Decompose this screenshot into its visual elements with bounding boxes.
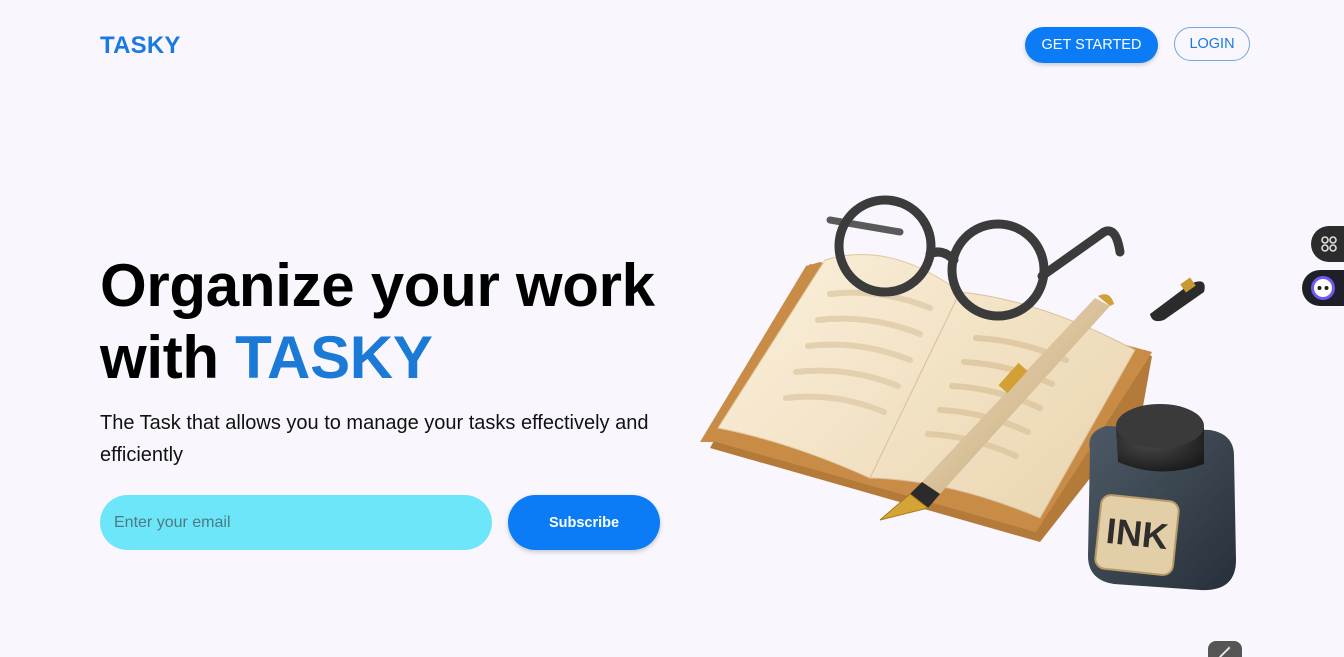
- subscribe-button[interactable]: Subscribe: [508, 495, 660, 550]
- login-button[interactable]: LOGIN: [1174, 27, 1250, 61]
- hero-illustration: INK: [700, 195, 1236, 591]
- ink-bottle-graphic: INK: [1088, 404, 1236, 591]
- apps-grid-icon[interactable]: [1311, 226, 1344, 262]
- hero-title-line1: Organize your work: [100, 252, 655, 319]
- hero-title-prefix: with: [100, 324, 219, 391]
- site-logo[interactable]: TASKY: [100, 32, 181, 60]
- email-input[interactable]: [100, 495, 492, 550]
- get-started-button[interactable]: GET STARTED: [1025, 27, 1158, 63]
- landing-page: TASKY GET STARTED LOGIN Organize your wo…: [0, 0, 1344, 657]
- ink-label: INK: [1104, 510, 1170, 557]
- hero-subtitle: The Task that allows you to manage your …: [100, 412, 649, 466]
- magic-wand-icon[interactable]: [1208, 641, 1242, 657]
- assistant-face-icon[interactable]: [1302, 270, 1344, 306]
- hero-title-brand: TASKY: [235, 324, 433, 391]
- hero-title: Organize your work with TASKY: [100, 250, 655, 394]
